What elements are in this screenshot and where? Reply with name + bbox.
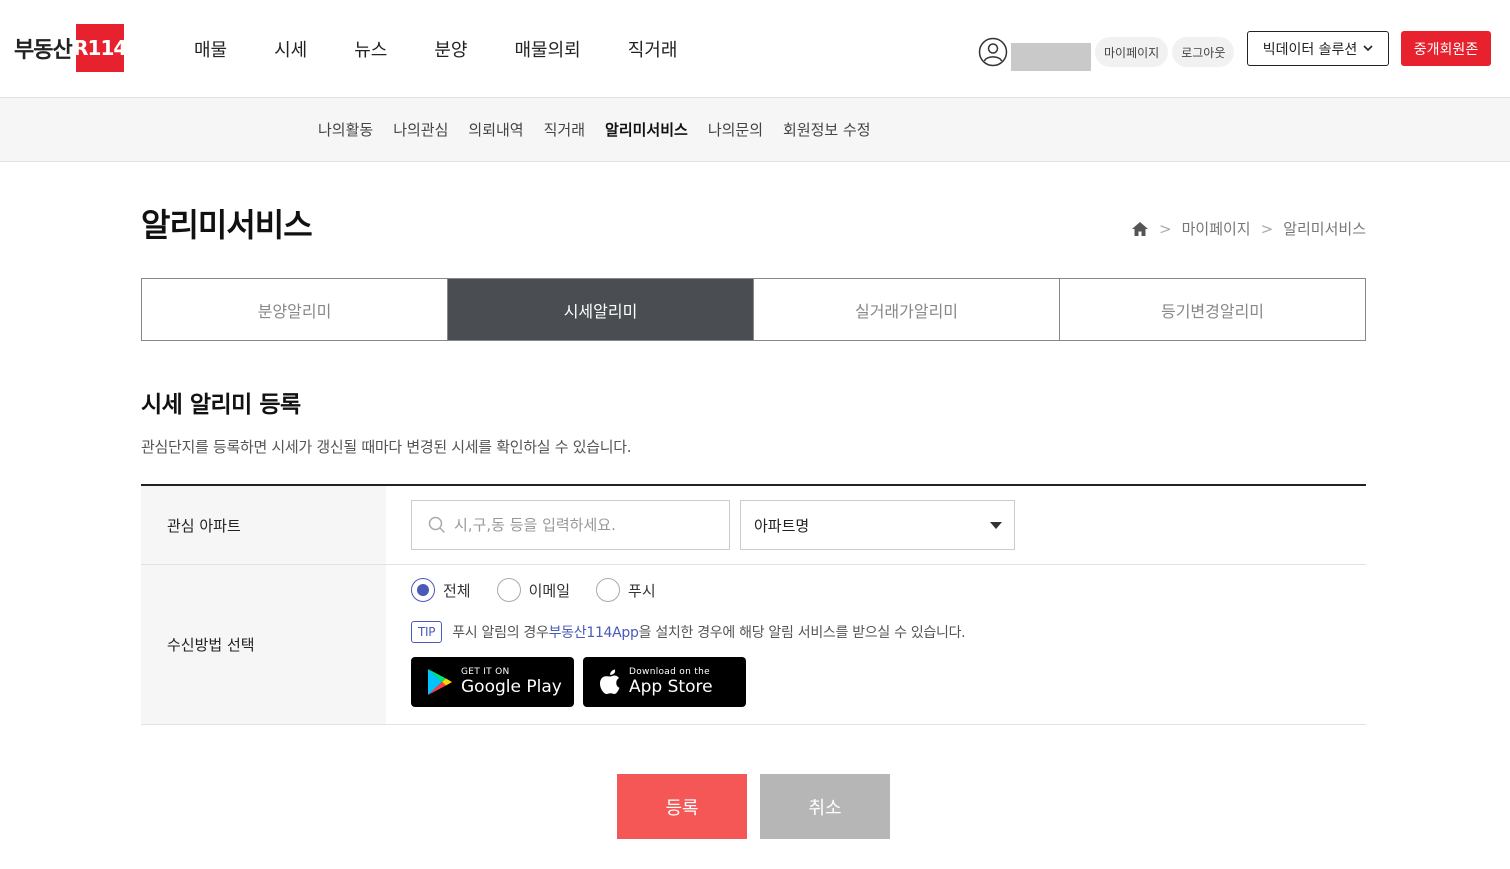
radio-email-circle[interactable]	[496, 578, 521, 602]
breadcrumb: > 마이페이지 > 알리미서비스	[1131, 218, 1366, 239]
tip-text-post: 을 설치한 경우에 해당 알림 서비스를 받으실 수 있습니다.	[638, 625, 966, 641]
radio-push-label: 푸시	[628, 581, 656, 600]
method-label: 수신방법 선택	[141, 565, 386, 724]
nav-item-price[interactable]: 시세	[274, 36, 307, 62]
form-row-method: 수신방법 선택 전체 이메일 푸시 TIP 푸시 알림의 경우 부동산114Ap…	[141, 565, 1366, 725]
section-title: 시세 알리미 등록	[141, 392, 301, 418]
nav-item-presale[interactable]: 분양	[434, 36, 467, 62]
subnav-item-alert-service[interactable]: 알리미서비스	[605, 119, 688, 140]
logout-button[interactable]: 로그아웃	[1172, 37, 1235, 67]
breadcrumb-separator-icon: >	[1260, 219, 1274, 238]
tab-registry-alert[interactable]: 등기변경알리미	[1060, 279, 1365, 340]
google-play-button[interactable]: GET IT ON Google Play	[411, 657, 574, 707]
breadcrumb-current: 알리미서비스	[1283, 220, 1366, 238]
google-play-icon	[428, 669, 452, 695]
alert-form: 관심 아파트 아파트명 수신방법 선택 전체	[141, 484, 1366, 725]
user-icon[interactable]	[978, 37, 1008, 67]
subnav-item-activity[interactable]: 나의활동	[318, 119, 373, 140]
user-name-mask	[1011, 43, 1091, 71]
radio-email[interactable]: 이메일	[496, 578, 571, 602]
broker-zone-button[interactable]: 중개회원존	[1401, 31, 1491, 66]
tab-transaction-alert[interactable]: 실거래가알리미	[754, 279, 1060, 340]
subnav-item-inquiry[interactable]: 나의문의	[708, 119, 763, 140]
radio-email-label: 이메일	[528, 581, 571, 600]
logo-box: R114	[73, 24, 127, 72]
google-play-big: Google Play	[461, 677, 562, 697]
caret-down-icon	[990, 521, 1002, 529]
breadcrumb-separator-icon: >	[1159, 219, 1172, 238]
apple-icon	[600, 669, 620, 694]
radio-push[interactable]: 푸시	[596, 578, 656, 602]
subnav-item-interest[interactable]: 나의관심	[393, 119, 448, 140]
radio-all-label: 전체	[443, 581, 471, 600]
nav-item-news[interactable]: 뉴스	[354, 36, 387, 62]
logo[interactable]: 부동산 R114	[14, 24, 127, 72]
user-area: 마이페이지 로그아웃	[978, 33, 1235, 71]
logo-text: 부동산	[14, 38, 73, 63]
subnav-item-direct[interactable]: 직거래	[544, 119, 585, 140]
region-search-input[interactable]	[454, 516, 714, 534]
subnav-item-requests[interactable]: 의뢰내역	[468, 119, 523, 140]
nav-item-request[interactable]: 매물의뢰	[515, 36, 581, 62]
app-store-button[interactable]: Download on the App Store	[583, 657, 746, 707]
mypage-button[interactable]: 마이페이지	[1095, 37, 1169, 67]
tip-badge: TIP	[411, 621, 443, 643]
nav-item-sale[interactable]: 매물	[194, 36, 227, 62]
apartment-select-value: 아파트명	[754, 516, 810, 535]
tip-text-pre: 푸시 알림의 경우	[452, 625, 549, 641]
chevron-down-icon	[1363, 45, 1373, 52]
main-nav: 매물 시세 뉴스 분양 매물의뢰 직거래	[194, 36, 724, 62]
radio-all-circle[interactable]	[411, 578, 435, 602]
radio-all[interactable]: 전체	[411, 578, 471, 602]
method-radio-group: 전체 이메일 푸시	[411, 578, 1366, 602]
page-title: 알리미서비스	[141, 206, 313, 244]
app-store-big: App Store	[629, 677, 713, 697]
google-play-small: GET IT ON	[461, 667, 510, 677]
subnav-item-edit-profile[interactable]: 회원정보 수정	[783, 119, 871, 140]
tip-app-link[interactable]: 부동산114App	[549, 622, 639, 642]
breadcrumb-mypage[interactable]: 마이페이지	[1182, 218, 1251, 239]
section-description: 관심단지를 등록하면 시세가 갱신될 때마다 변경된 시세를 확인하실 수 있습…	[141, 438, 632, 456]
alert-tabs: 분양알리미 시세알리미 실거래가알리미 등기변경알리미	[141, 278, 1366, 341]
search-icon	[428, 516, 446, 534]
mypage-subnav: 나의활동 나의관심 의뢰내역 직거래 알리미서비스 나의문의 회원정보 수정	[0, 98, 1510, 162]
radio-push-circle[interactable]	[596, 578, 621, 602]
bigdata-label: 빅데이터 솔루션	[1262, 41, 1358, 58]
header: 부동산 R114 매물 시세 뉴스 분양 매물의뢰 직거래 마이페이지 로그아웃…	[0, 0, 1510, 98]
apartment-label: 관심 아파트	[141, 486, 386, 564]
tip-line: TIP 푸시 알림의 경우 부동산114App 을 설치한 경우에 해당 알림 서…	[411, 621, 1366, 643]
tab-presale-alert[interactable]: 분양알리미	[142, 279, 448, 340]
app-store-badges: GET IT ON Google Play Download on the Ap…	[411, 657, 1366, 707]
app-store-small: Download on the	[629, 667, 710, 677]
tab-price-alert[interactable]: 시세알리미	[448, 279, 754, 340]
nav-item-direct[interactable]: 직거래	[628, 36, 678, 62]
region-search-box[interactable]	[411, 500, 730, 550]
cancel-button[interactable]: 취소	[760, 774, 890, 839]
bigdata-solution-button[interactable]: 빅데이터 솔루션	[1247, 31, 1389, 66]
apartment-select[interactable]: 아파트명	[740, 500, 1015, 550]
register-button[interactable]: 등록	[617, 774, 747, 839]
home-icon[interactable]	[1131, 221, 1149, 237]
form-row-apartment: 관심 아파트 아파트명	[141, 486, 1366, 565]
